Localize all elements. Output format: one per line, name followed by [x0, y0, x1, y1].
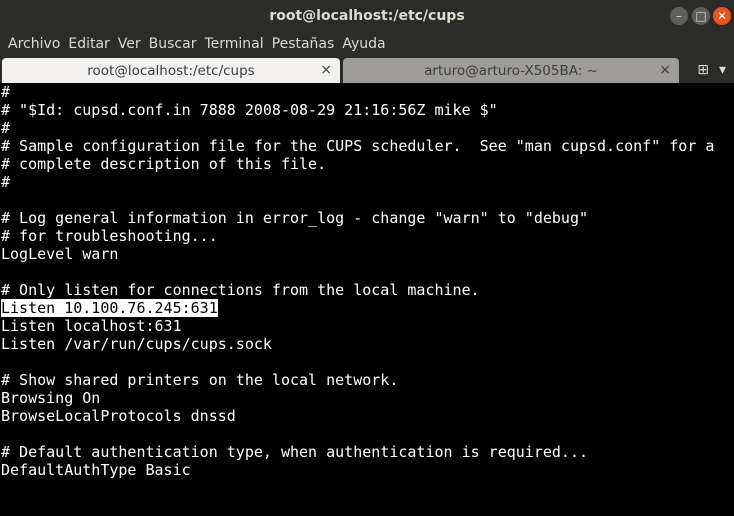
terminal-line: # Show shared printers on the local netw… [1, 371, 399, 389]
tab-arturo[interactable]: arturo@arturo-X505BA: ~ × [343, 58, 679, 83]
terminal-line: # for troubleshooting... [1, 227, 218, 245]
terminal-line: # complete description of this file. [1, 155, 327, 173]
window-title: root@localhost:/etc/cups [269, 8, 465, 24]
tab-root-localhost[interactable]: root@localhost:/etc/cups × [2, 58, 340, 83]
tab-label: root@localhost:/etc/cups [87, 62, 255, 79]
terminal-line: # Sample configuration file for the CUPS… [1, 137, 715, 155]
title-bar: root@localhost:/etc/cups – □ ✕ [0, 0, 734, 32]
selected-text: isten 10.100.76.245:631 [10, 299, 218, 317]
tab-actions: ⊞ ▾ [697, 56, 734, 83]
terminal-line: # Only listen for connections from the l… [1, 281, 480, 299]
terminal-line: Listen 10.100.76.245:631 [0, 299, 734, 317]
terminal-line: LogLevel warn [1, 245, 119, 263]
terminal-output[interactable]: # # "$Id: cupsd.conf.in 7888 2008-08-29 2… [0, 83, 734, 516]
maximize-button[interactable]: □ [692, 7, 710, 25]
menu-ayuda[interactable]: Ayuda [338, 36, 389, 52]
new-tab-icon[interactable]: ⊞ [697, 62, 709, 78]
tab-bar: root@localhost:/etc/cups × arturo@arturo… [0, 56, 734, 83]
terminal-line: # "$Id: cupsd.conf.in 7888 2008-08-29 21… [1, 101, 498, 119]
tab-menu-dropdown-icon[interactable]: ▾ [719, 62, 726, 78]
tab-label: arturo@arturo-X505BA: ~ [424, 62, 598, 79]
terminal-line: BrowseLocalProtocols dnssd [1, 407, 236, 425]
minimize-button[interactable]: – [670, 7, 688, 25]
menu-pestanas[interactable]: Pestañas [268, 36, 339, 52]
tab-close-icon[interactable]: × [659, 62, 671, 78]
terminal-line: DefaultAuthType Basic [1, 461, 191, 479]
menu-ver[interactable]: Ver [114, 36, 145, 52]
menu-bar: Archivo Editar Ver Buscar Terminal Pesta… [0, 32, 734, 56]
terminal-line: # Log general information in error_log -… [1, 209, 588, 227]
menu-terminal[interactable]: Terminal [200, 36, 267, 52]
menu-archivo[interactable]: Archivo [4, 36, 64, 52]
terminal-line: # [1, 119, 11, 137]
menu-buscar[interactable]: Buscar [145, 36, 201, 52]
terminal-line: # [1, 173, 11, 191]
cursor: L [1, 299, 11, 317]
menu-editar[interactable]: Editar [64, 36, 113, 52]
terminal-line: Listen localhost:631 [1, 317, 182, 335]
close-button[interactable]: ✕ [713, 7, 731, 25]
tab-close-icon[interactable]: × [320, 62, 332, 78]
terminal-line: Listen /var/run/cups/cups.sock [1, 335, 272, 353]
terminal-line: # Default authentication type, when auth… [1, 443, 588, 461]
terminal-window: root@localhost:/etc/cups – □ ✕ Archivo E… [0, 0, 734, 516]
terminal-line: Browsing On [1, 389, 101, 407]
terminal-line: # [1, 83, 11, 101]
